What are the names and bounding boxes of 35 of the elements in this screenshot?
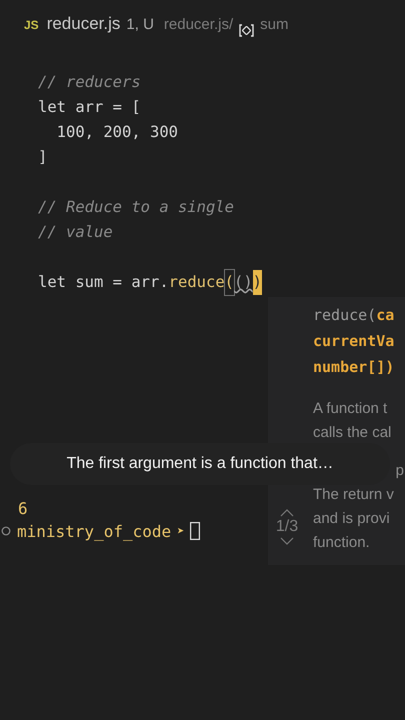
code-text: 100, 200, 300 bbox=[56, 122, 178, 143]
code-text: ) bbox=[252, 270, 262, 295]
overload-counter: 1/3 bbox=[276, 517, 298, 537]
terminal-prompt: ministry_of_code bbox=[17, 522, 172, 540]
code-comment: // reducers bbox=[38, 72, 141, 93]
doc-text: The return v bbox=[313, 485, 395, 505]
circle-icon bbox=[1, 526, 11, 536]
code-text: ] bbox=[38, 147, 48, 168]
code-text: ( bbox=[224, 270, 234, 295]
code-text: () bbox=[234, 272, 253, 293]
signature-text: currentVa bbox=[313, 332, 394, 350]
code-text: let arr = [ bbox=[38, 97, 141, 118]
doc-text: calls the cal bbox=[313, 423, 392, 443]
breadcrumb-file[interactable]: reducer.js/ bbox=[164, 16, 234, 33]
tab-filename[interactable]: reducer.js bbox=[46, 14, 120, 34]
chevron-down-icon[interactable] bbox=[280, 537, 294, 545]
cursor-icon bbox=[190, 522, 200, 540]
code-comment: // Reduce to a single bbox=[38, 197, 234, 218]
chevron-up-icon[interactable] bbox=[280, 509, 294, 517]
prompt-arrow: ➤ bbox=[177, 524, 184, 538]
signature-text: reduce( bbox=[313, 306, 376, 324]
variable-icon bbox=[239, 24, 254, 36]
code-text: let sum = arr. bbox=[38, 272, 169, 293]
doc-text: A function t bbox=[313, 399, 388, 419]
caption: The first argument is a function that… bbox=[10, 443, 390, 485]
code-text: reduce bbox=[168, 272, 225, 293]
signature-text: ca bbox=[376, 306, 394, 324]
file-status: 1, U bbox=[126, 16, 154, 33]
file-type-label: JS bbox=[24, 18, 39, 32]
signature-text: number[]) bbox=[313, 358, 394, 376]
code-comment: // value bbox=[38, 222, 113, 243]
doc-text: and is provi bbox=[313, 509, 391, 529]
breadcrumb-symbol[interactable]: sum bbox=[260, 16, 288, 33]
doc-text: function. bbox=[313, 533, 371, 553]
terminal-output: 6 bbox=[17, 498, 28, 520]
